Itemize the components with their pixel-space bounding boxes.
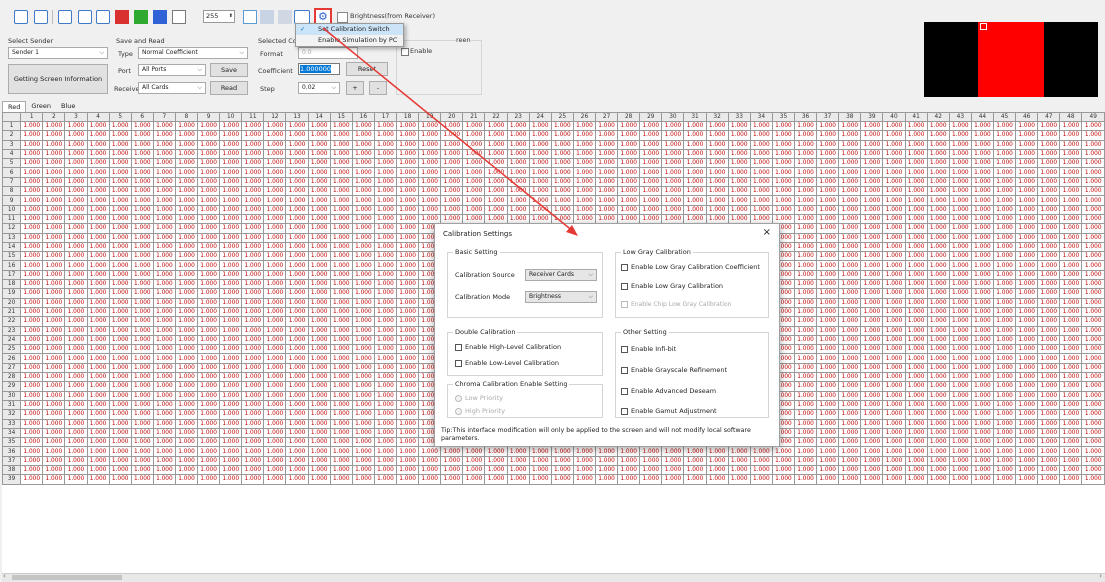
annotation-arrow bbox=[322, 27, 578, 236]
arrow-line bbox=[322, 27, 575, 233]
